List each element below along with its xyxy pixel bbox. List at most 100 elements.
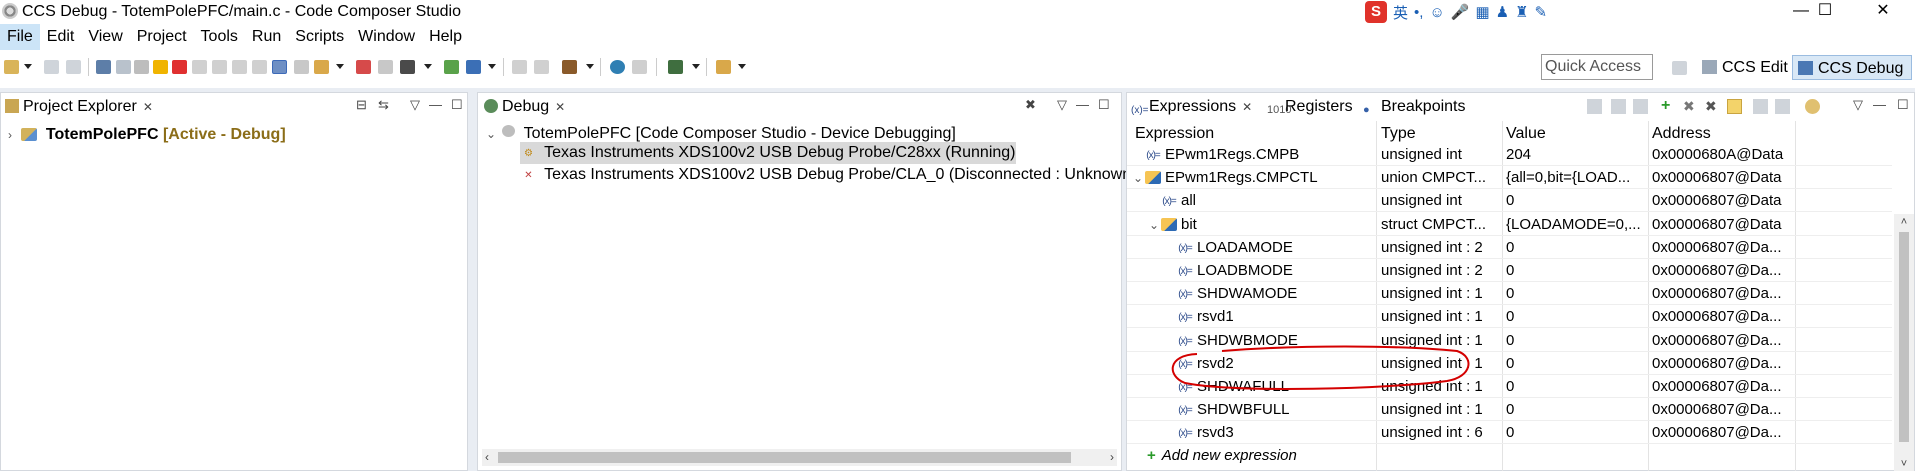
save-all-icon[interactable] <box>66 60 81 74</box>
maximize-view-icon[interactable]: ☐ <box>451 97 463 113</box>
step-into-icon[interactable] <box>192 60 207 74</box>
new-icon[interactable] <box>4 60 19 74</box>
terminal-icon[interactable] <box>96 60 111 74</box>
project-icon <box>21 128 38 141</box>
pin-icon[interactable] <box>716 60 731 74</box>
connect-icon[interactable] <box>294 60 309 74</box>
expand-icon[interactable]: › <box>3 124 17 147</box>
new-dropdown-icon[interactable] <box>24 64 32 69</box>
menu-project[interactable]: Project <box>130 24 194 50</box>
debug-target-c28xx[interactable]: ⚙ Texas Instruments XDS100v2 USB Debug P… <box>520 142 1016 164</box>
build-icon[interactable] <box>444 60 459 74</box>
suspend-icon[interactable] <box>153 60 168 74</box>
maximize-view-icon[interactable]: ☐ <box>1098 97 1110 113</box>
hammer-icon[interactable] <box>562 60 577 74</box>
tab-debug[interactable]: Debug ✕ <box>484 93 565 120</box>
ccs-app-icon <box>2 3 18 19</box>
ime-toolbar[interactable]: S 英 •, ☺ 🎤 ▦ ♟ ♜ ✎ <box>1365 1 1547 23</box>
emoji-icon[interactable]: ☺ <box>1429 4 1444 21</box>
terminate-icon[interactable] <box>172 60 187 74</box>
menu-file[interactable]: File <box>0 24 40 50</box>
collapse-icon[interactable]: ⌄ <box>484 123 498 145</box>
microphone-icon[interactable]: 🎤 <box>1451 3 1470 21</box>
session-icon <box>502 125 516 137</box>
horizontal-scrollbar[interactable]: ‹ › <box>482 449 1117 466</box>
perspective-ccs-edit[interactable]: CCS Edit <box>1697 55 1794 80</box>
save-icon[interactable] <box>44 60 59 74</box>
keyboard-icon[interactable]: ▦ <box>1475 3 1489 21</box>
project-item[interactable]: › TotemPolePFC [Active - Debug] <box>3 123 286 146</box>
close-tab-icon[interactable]: ✕ <box>555 100 565 114</box>
debug-view: Debug ✕ ✖ ▽ — ☐ ⌄ TotemPolePFC [Code Comp… <box>477 92 1131 471</box>
menu-view[interactable]: View <box>81 24 129 50</box>
tab-project-explorer[interactable]: Project Explorer ✕ <box>5 93 153 120</box>
running-target-icon: ⚙ <box>524 148 533 159</box>
ccs-debug-icon <box>1798 61 1813 75</box>
quick-access-input[interactable]: Quick Access <box>1541 54 1653 80</box>
disconnected-target-icon: ✕ <box>524 170 532 181</box>
debug-icon[interactable] <box>400 60 415 74</box>
reset-icon[interactable] <box>252 60 267 74</box>
debug-dropdown-icon[interactable] <box>424 64 432 69</box>
scrollbar-thumb[interactable] <box>498 452 1071 463</box>
open-perspective-icon[interactable] <box>1672 61 1687 75</box>
link-editor-icon[interactable]: ⇆ <box>378 97 389 113</box>
menu-tools[interactable]: Tools <box>194 24 245 50</box>
punctuation-icon[interactable]: •, <box>1414 4 1423 21</box>
menu-run[interactable]: Run <box>245 24 288 50</box>
breakpoint-icon[interactable] <box>356 60 371 74</box>
instruction-step-icon[interactable] <box>272 60 287 74</box>
remove-breakpoint-icon[interactable] <box>378 60 393 74</box>
skin-icon[interactable]: ♜ <box>1515 3 1528 21</box>
load-dropdown-icon[interactable] <box>336 64 344 69</box>
close-button[interactable]: ✕ <box>1860 0 1906 24</box>
menu-scripts[interactable]: Scripts <box>288 24 351 50</box>
remove-terminated-icon[interactable]: ✖ <box>1025 97 1036 113</box>
load-program-icon[interactable] <box>314 60 329 74</box>
title-bar: CCS Debug - TotemPolePFC/main.c - Code C… <box>0 0 1915 24</box>
step-over-icon[interactable] <box>212 60 227 74</box>
expressions-view: (x)=Expressions ✕ 1010Registers ● Breakpoi… <box>1126 92 1915 471</box>
step-return-icon[interactable] <box>116 60 131 74</box>
scroll-left-icon[interactable]: ‹ <box>485 449 489 466</box>
resume-icon[interactable] <box>134 60 149 74</box>
perspective-label: CCS Edit <box>1722 59 1788 76</box>
debug-target-cla[interactable]: ✕ Texas Instruments XDS100v2 USB Debug P… <box>520 164 1131 186</box>
user-icon[interactable]: ♟ <box>1496 3 1509 21</box>
view-menu-icon[interactable]: ▽ <box>410 97 420 113</box>
menu-help[interactable]: Help <box>422 24 469 50</box>
undo-icon[interactable] <box>512 60 527 74</box>
sogou-ime-icon[interactable]: S <box>1365 1 1387 23</box>
redo-icon[interactable] <box>534 60 549 74</box>
run-icon[interactable] <box>466 60 481 74</box>
ime-mode-label[interactable]: 英 <box>1393 2 1408 23</box>
wrench-icon[interactable]: ✎ <box>1535 3 1548 21</box>
perspective-label: CCS Debug <box>1818 60 1904 77</box>
project-name: TotemPolePFC <box>45 126 159 143</box>
gear-dropdown-icon[interactable] <box>692 64 700 69</box>
folder-icon <box>5 99 19 113</box>
ccs-edit-icon <box>1702 60 1717 74</box>
view-menu-icon[interactable]: ▽ <box>1057 97 1067 113</box>
target-label: Texas Instruments XDS100v2 USB Debug Pro… <box>544 166 1132 183</box>
project-explorer-view: Project Explorer ✕ ⊟ ⇆ ▽ — ☐ › TotemPoleP… <box>0 92 468 471</box>
menu-window[interactable]: Window <box>351 24 422 50</box>
run-dropdown-icon[interactable] <box>488 64 496 69</box>
minimize-view-icon[interactable]: — <box>429 97 442 112</box>
search-icon[interactable] <box>610 60 625 74</box>
session-label: TotemPolePFC [Code Composer Studio - Dev… <box>523 125 956 142</box>
minimize-view-icon[interactable]: — <box>1076 97 1089 112</box>
tab-label: Debug <box>502 98 550 115</box>
collapse-all-icon[interactable]: ⊟ <box>356 97 367 113</box>
hammer-dropdown-icon[interactable] <box>586 64 594 69</box>
gear-debug-icon[interactable] <box>668 60 683 74</box>
window-title: CCS Debug - TotemPolePFC/main.c - Code C… <box>22 3 461 20</box>
close-tab-icon[interactable]: ✕ <box>143 100 153 114</box>
step-out-icon[interactable] <box>232 60 247 74</box>
maximize-button[interactable]: ☐ <box>1802 0 1848 24</box>
pin-dropdown-icon[interactable] <box>738 64 746 69</box>
perspective-ccs-debug[interactable]: CCS Debug <box>1792 55 1912 80</box>
view-icon[interactable] <box>632 60 647 74</box>
menu-edit[interactable]: Edit <box>40 24 82 50</box>
scroll-right-icon[interactable]: › <box>1110 449 1114 466</box>
